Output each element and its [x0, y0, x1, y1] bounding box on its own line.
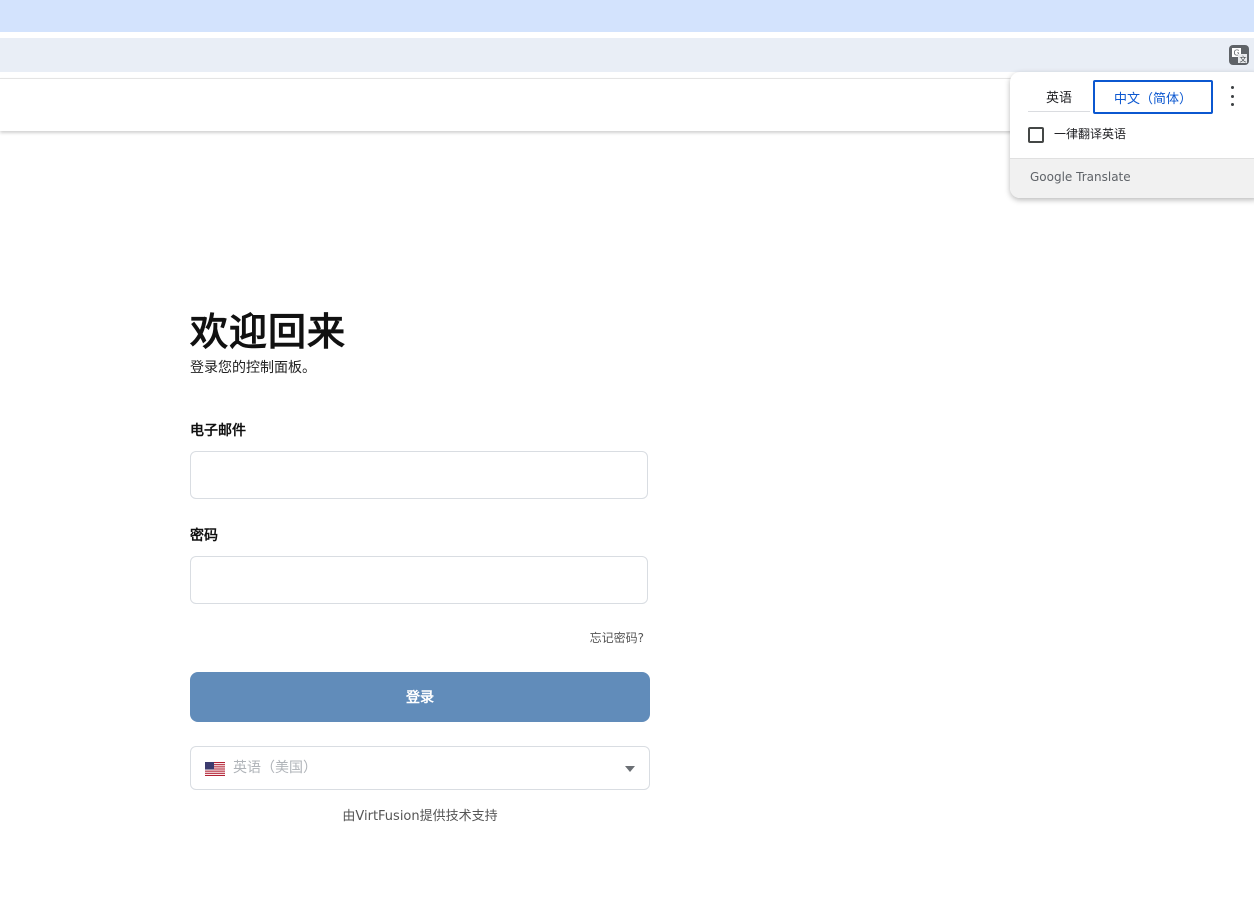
- browser-toolbar: [0, 38, 1254, 72]
- language-select-value: 英语（美国）: [233, 760, 317, 776]
- email-label: 电子邮件: [190, 423, 246, 439]
- email-field[interactable]: [190, 451, 648, 499]
- translate-icon[interactable]: G 文: [1229, 45, 1249, 65]
- svg-text:文: 文: [1240, 55, 1247, 64]
- password-label: 密码: [190, 528, 218, 544]
- brand-translate: Translate: [1076, 170, 1131, 184]
- forgot-password-link[interactable]: 忘记密码?: [560, 630, 644, 646]
- language-select[interactable]: 英语（美国）: [190, 746, 650, 790]
- login-button[interactable]: 登录: [190, 672, 650, 722]
- browser-tab-strip: [0, 0, 1254, 32]
- translate-popup-footer: Google Translate: [1010, 158, 1254, 198]
- more-options-icon[interactable]: [1224, 86, 1240, 106]
- translate-popup: 英语 中文（简体） 一律翻译英语 Google Translate: [1010, 72, 1254, 198]
- always-translate-checkbox[interactable]: [1028, 127, 1044, 143]
- always-translate-label: 一律翻译英语: [1054, 127, 1127, 141]
- password-field[interactable]: [190, 556, 648, 604]
- chevron-down-icon: [625, 766, 635, 772]
- google-translate-logo: Google Translate: [1030, 169, 1131, 185]
- us-flag-icon: [205, 761, 225, 776]
- page-title: 欢迎回来: [190, 310, 347, 354]
- brand-google: Google: [1030, 170, 1073, 184]
- page-subtitle: 登录您的控制面板。: [190, 360, 316, 376]
- powered-by-text: 由VirtFusion提供技术支持: [342, 809, 498, 824]
- tab-source-language[interactable]: 英语: [1028, 81, 1090, 112]
- tab-target-language[interactable]: 中文（简体）: [1093, 80, 1213, 114]
